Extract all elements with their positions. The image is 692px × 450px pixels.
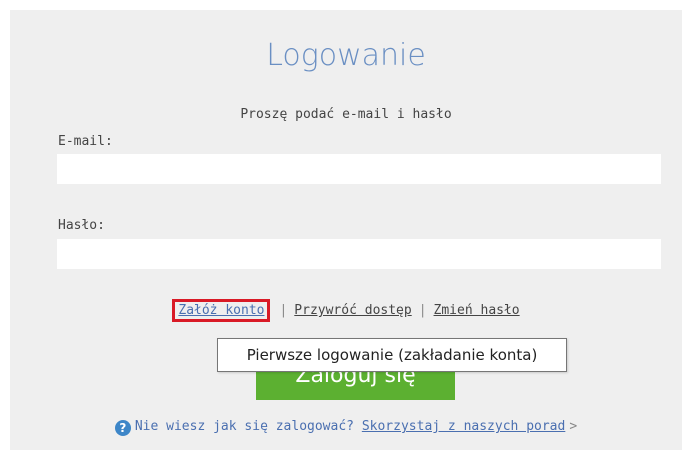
- instruction-text: Proszę podać e-mail i hasło: [240, 107, 452, 122]
- chevron-right-icon: >: [569, 419, 578, 434]
- help-line: ? Nie wiesz jak się zalogować? Skorzystaj…: [10, 419, 682, 436]
- change-password-link[interactable]: Zmień hasło: [434, 303, 520, 318]
- email-field[interactable]: [57, 154, 661, 184]
- password-label: Hasło:: [58, 218, 105, 233]
- password-field[interactable]: [57, 239, 661, 269]
- account-links: Załóż konto | Przywróć dostęp | Zmień hasło: [10, 299, 682, 322]
- link-separator: |: [279, 303, 288, 318]
- create-account-link[interactable]: Załóż konto: [178, 303, 264, 318]
- create-account-highlight: Załóż konto: [172, 299, 271, 322]
- link-separator: |: [418, 303, 427, 318]
- restore-access-link[interactable]: Przywróć dostęp: [294, 303, 411, 318]
- help-link[interactable]: Skorzystaj z naszych porad: [362, 419, 566, 434]
- question-circle-icon: ?: [114, 420, 131, 436]
- login-panel: Logowanie Proszę podać e-mail i hasło E-…: [10, 10, 682, 450]
- help-text: Nie wiesz jak się zalogować?: [134, 419, 354, 434]
- page-title: Logowanie: [266, 38, 426, 73]
- create-account-tooltip: Pierwsze logowanie (zakładanie konta): [217, 338, 567, 372]
- email-label: E-mail:: [58, 134, 113, 149]
